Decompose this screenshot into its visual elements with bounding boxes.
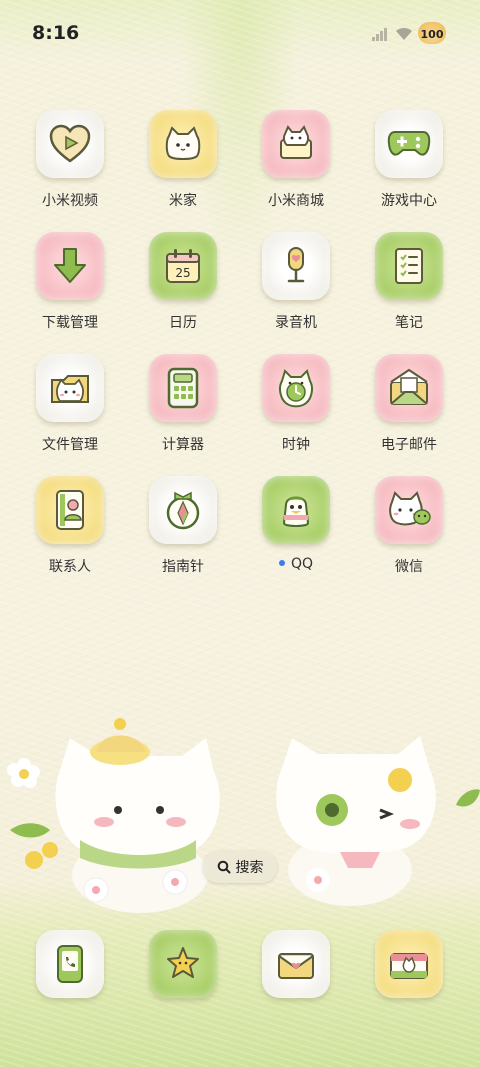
camera-icon [375,930,443,998]
dock [0,930,480,1010]
app-label: 电子邮件 [381,437,437,453]
leaf-icon [456,789,480,807]
envelope-icon [262,930,330,998]
app-calculator[interactable]: 计算器 [127,354,239,464]
app-label: 下载管理 [42,315,98,331]
app-label: 小米视频 [42,193,98,209]
app-label: 指南针 [162,559,204,575]
dock-browser[interactable] [240,930,352,1040]
status-time: 8:16 [32,22,80,44]
battery-indicator: 100 [418,22,446,44]
download-arrow-icon [36,232,104,300]
calendar-day: 25 [175,266,190,280]
status-bar: 8:16 100 [0,0,480,66]
battery-level: 100 [420,27,444,41]
app-label: 文件管理 [42,437,98,453]
app-calendar[interactable]: 25 日历 [127,232,239,342]
app-clock[interactable]: 时钟 [240,354,352,464]
mijia-cat-icon [149,110,217,178]
wifi-icon [396,27,412,40]
app-recorder[interactable]: 录音机 [240,232,352,342]
new-badge-dot [278,560,285,566]
signal-icon [372,28,387,41]
mail-icon [375,354,443,422]
app-label: 录音机 [275,315,317,331]
notes-icon [375,232,443,300]
mall-cat-icon [262,110,330,178]
app-game-center[interactable]: 游戏中心 [353,110,465,220]
app-label: 日历 [169,315,197,331]
app-label: QQ [240,556,352,572]
right-cat-figure [276,736,436,906]
app-downloads[interactable]: 下载管理 [14,232,126,342]
dock-phone[interactable] [14,930,126,1040]
app-label: 微信 [395,559,423,575]
gamepad-icon [375,110,443,178]
dock-camera[interactable] [353,930,465,1040]
app-label: 游戏中心 [381,193,437,209]
star-message-icon [149,930,217,998]
contacts-icon [36,476,104,544]
app-label: 米家 [169,193,197,209]
app-label: 小米商城 [268,193,324,209]
left-cat-figure [10,718,220,913]
wechat-cat-icon [375,476,443,544]
daisy-icon [7,758,40,788]
app-label: 时钟 [282,437,310,453]
search-icon [217,860,230,874]
clock-icon [262,354,330,422]
app-compass[interactable]: 指南针 [127,476,239,586]
app-label: 联系人 [49,559,91,575]
microphone-icon [262,232,330,300]
app-notes[interactable]: 笔记 [353,232,465,342]
app-contacts[interactable]: 联系人 [14,476,126,586]
dock-messages[interactable] [127,930,239,1040]
app-email[interactable]: 电子邮件 [353,354,465,464]
compass-icon [149,476,217,544]
wallpaper-cats-illustration [7,718,480,913]
phone-icon [36,930,104,998]
calculator-icon [149,354,217,422]
calendar-icon: 25 [149,232,217,300]
app-file-manager[interactable]: 文件管理 [14,354,126,464]
video-heart-icon [36,110,104,178]
app-wechat[interactable]: 微信 [353,476,465,586]
app-qq[interactable]: QQ [240,476,352,586]
app-mijia[interactable]: 米家 [127,110,239,220]
qq-penguin-icon [262,476,330,544]
app-label-text: QQ [290,556,314,572]
search-label: 搜索 [235,860,264,876]
app-mi-video[interactable]: 小米视频 [14,110,126,220]
search-pill[interactable]: 搜索 [203,851,277,883]
folder-cat-icon [36,354,104,422]
app-mi-mall[interactable]: 小米商城 [240,110,352,220]
app-label: 计算器 [162,437,204,453]
app-label: 笔记 [395,315,423,331]
